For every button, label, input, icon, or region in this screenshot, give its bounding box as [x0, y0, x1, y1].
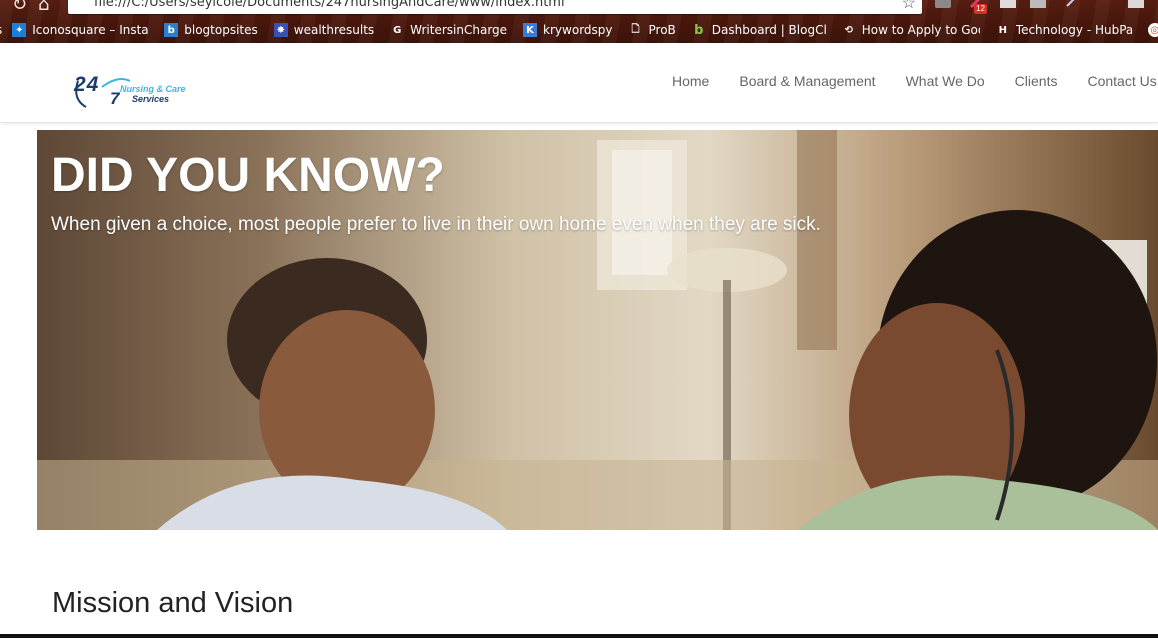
main-nav: Home Board & Management What We Do Clien…	[672, 73, 1158, 89]
bookmark-label: blogtopsites	[184, 23, 258, 37]
pencil-extension-icon[interactable]	[1064, 0, 1080, 8]
bookmark-item[interactable]: ◎ ineedhits	[1147, 23, 1158, 37]
bookmark-item[interactable]: b Dashboard | BlogClan	[692, 22, 826, 38]
bookmark-star-icon[interactable]: ☆	[902, 0, 916, 13]
bookmark-item[interactable]: b blogtopsites	[164, 23, 258, 37]
bookmark-label: krywordspy	[543, 23, 613, 37]
target-icon: ◎	[1147, 23, 1158, 37]
home-icon[interactable]: ⌂	[38, 0, 49, 15]
logo-number-24: 24	[74, 73, 100, 96]
extension-icon[interactable]	[1128, 0, 1144, 8]
bookmark-label: s	[0, 23, 2, 37]
reload-icon[interactable]: ↻	[12, 0, 27, 15]
extension-badge: 12	[974, 4, 987, 14]
wealthresults-icon: ✸	[273, 23, 288, 37]
nav-clients[interactable]: Clients	[1015, 73, 1058, 89]
nav-what-we-do[interactable]: What We Do	[906, 73, 985, 89]
bookmark-label: Technology - HubPag	[1015, 23, 1132, 37]
bookmark-item[interactable]: 🗋 ProB	[629, 23, 676, 37]
address-bar[interactable]: file:///C:/Users/seyicole/Documents/247n…	[68, 0, 922, 14]
bookmark-label: WritersinCharge	[410, 23, 508, 37]
keywordspy-icon: K	[523, 23, 538, 37]
nav-board-management[interactable]: Board & Management	[739, 73, 875, 89]
bookmark-item[interactable]: ⟲ How to Apply to Goog	[842, 23, 980, 37]
hero-heading: DID YOU KNOW?	[51, 149, 445, 202]
bookmark-label: ProB	[648, 23, 676, 37]
bookmark-item[interactable]: s	[0, 23, 2, 37]
bookmark-item[interactable]: H Technology - HubPag	[996, 23, 1132, 37]
bookmark-item[interactable]: G WritersinCharge	[390, 23, 507, 37]
nav-home[interactable]: Home	[672, 73, 709, 89]
mission-heading: Mission and Vision	[52, 587, 294, 619]
bookmark-item[interactable]: ✦ Iconosquare – Instagr	[12, 23, 148, 37]
bookmark-item[interactable]: K krywordspy	[523, 23, 613, 37]
bookmark-label: wealthresults	[293, 23, 375, 37]
window-bottom-edge	[0, 634, 1158, 638]
bookmarks-bar: s ✦ Iconosquare – Instagr b blogtopsites…	[0, 18, 1158, 42]
extension-icon[interactable]	[1030, 0, 1046, 8]
hubpages-icon: H	[998, 24, 1007, 36]
document-icon: 🗋	[631, 23, 640, 35]
url-text: file:///C:/Users/seyicole/Documents/247n…	[94, 0, 565, 10]
bookmark-label: How to Apply to Goog	[861, 23, 980, 37]
hero-banner: DID YOU KNOW? When given a choice, most …	[37, 130, 1158, 530]
iconosquare-icon: ✦	[12, 23, 27, 37]
logo-text-line1: Nursing & Care	[120, 84, 186, 94]
bookmark-item[interactable]: ✸ wealthresults	[273, 23, 375, 37]
google-g-icon: G	[393, 24, 402, 36]
blogtopsites-icon: b	[164, 23, 179, 37]
extension-icon[interactable]	[1000, 0, 1016, 8]
bookmark-label: Dashboard | BlogClan	[711, 23, 826, 37]
browser-chrome: ↻ ⌂ file:///C:/Users/seyicole/Documents/…	[0, 0, 1158, 43]
logo-number-7: 7	[110, 89, 120, 108]
bookmark-label: Iconosquare – Instagr	[32, 23, 149, 37]
hubspot-icon: ⟲	[844, 24, 853, 36]
blogclan-icon: b	[694, 22, 704, 38]
logo-text-line2: Services	[132, 94, 170, 104]
mail-extension-icon[interactable]	[935, 0, 951, 8]
site-logo[interactable]: 24 7 Nursing & Care Services	[72, 69, 212, 113]
hero-subtext: When given a choice, most people prefer …	[51, 214, 821, 235]
nav-contact-us[interactable]: Contact Us	[1087, 73, 1156, 89]
site-header: 24 7 Nursing & Care Services Home Board …	[0, 43, 1158, 123]
